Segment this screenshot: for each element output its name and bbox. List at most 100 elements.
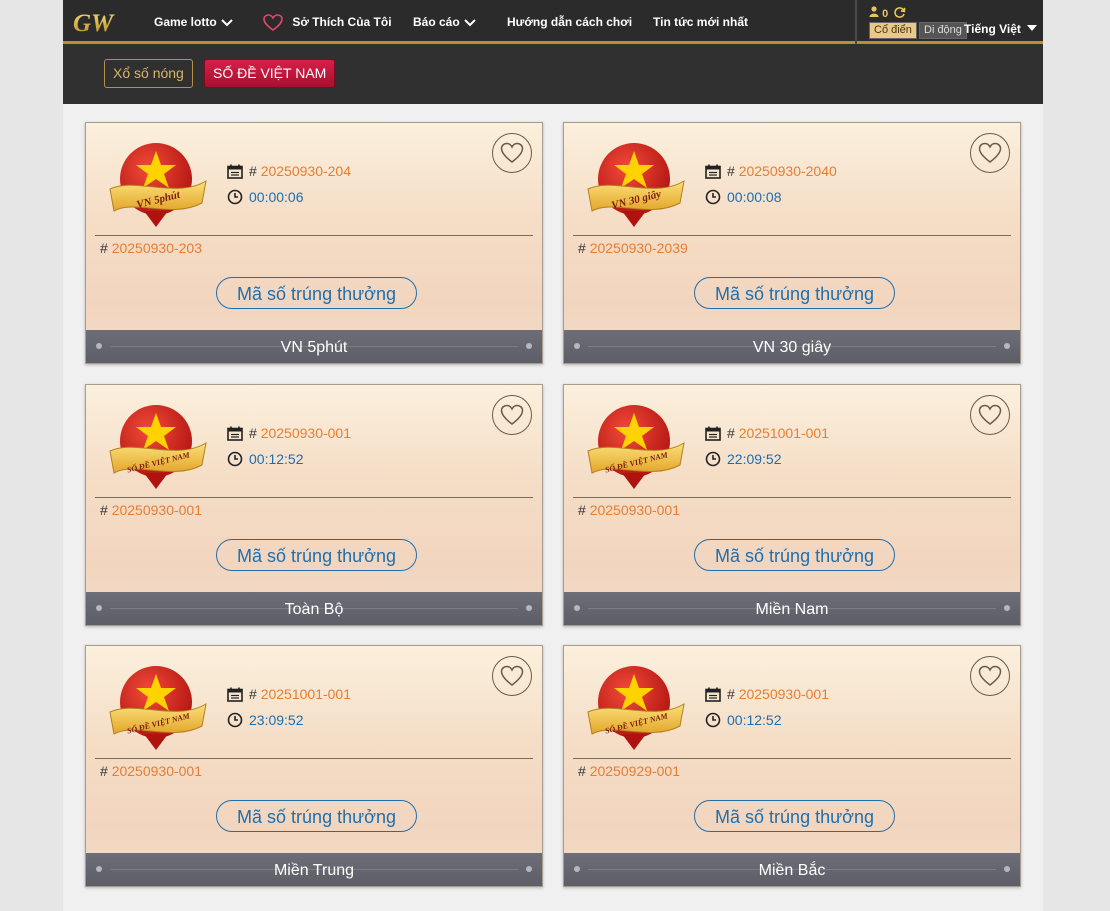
lottery-name: Miền Trung [273,862,355,879]
heart-icon [500,665,524,686]
favorite-button[interactable] [970,133,1010,173]
footer-dot [574,866,580,872]
card-footer[interactable]: Toàn Bộ [86,592,542,625]
current-period: # 20250930-204 [227,163,351,179]
footer-dot [526,866,532,872]
calendar-icon [705,426,721,441]
balance: 0 [869,6,906,20]
lottery-emblem: VN 30 giây [587,143,685,227]
previous-period-number: 20250930-001 [111,502,202,518]
classic-mode-button[interactable]: Cổ điển [869,22,917,39]
language-label: Tiếng Việt [964,22,1021,36]
winning-numbers-button[interactable]: Mã số trúng thưởng [216,539,417,571]
card-footer[interactable]: Miền Trung [86,853,542,886]
nav-reports-label: Báo cáo [413,15,460,29]
winning-numbers-button[interactable]: Mã số trúng thưởng [694,800,895,832]
current-period: # 20250930-001 [227,425,351,441]
nav-how-to-play-label: Hướng dẫn cách chơi [507,15,633,29]
hot-lottery-tab[interactable]: Xổ số nóng [104,59,193,88]
footer-dot [96,605,102,611]
card-footer[interactable]: Miền Bắc [564,853,1020,886]
current-period: # 20250930-2040 [705,163,837,179]
footer-dot [1004,343,1010,349]
countdown: 22:09:52 [705,451,782,467]
refresh-icon[interactable] [893,6,906,19]
previous-period: # 20250930-001 [578,502,680,518]
lottery-emblem: SỐ ĐỀ VIỆT NAM [109,405,207,489]
lottery-card[interactable]: SỐ ĐỀ VIỆT NAM # 20251001-001 23:09:52 #… [85,645,543,887]
divider [95,235,533,236]
countdown-value: 22:09:52 [727,451,782,467]
heart-icon [978,142,1002,163]
previous-period: # 20250930-001 [100,502,202,518]
previous-period-number: 20250930-001 [589,502,680,518]
winning-numbers-button[interactable]: Mã số trúng thưởng [216,800,417,832]
favorite-button[interactable] [970,395,1010,435]
period-number: 20250930-001 [260,425,351,441]
lottery-emblem: SỐ ĐỀ VIỆT NAM [587,405,685,489]
caret-down-icon [1027,25,1038,31]
lottery-emblem: VN 5phút [109,143,207,227]
lottery-card[interactable]: VN 30 giây # 20250930-2040 00:00:08 # 20… [563,122,1021,364]
footer-dot [1004,866,1010,872]
lottery-card[interactable]: SỐ ĐỀ VIỆT NAM # 20250930-001 00:12:52 #… [563,645,1021,887]
lottery-name: Miền Nam [755,601,829,618]
footer-dot [96,866,102,872]
lottery-name: VN 5phút [280,339,348,356]
card-footer[interactable]: VN 5phút [86,330,542,363]
lottery-card[interactable]: VN 5phút # 20250930-204 00:00:06 # 20250… [85,122,543,364]
nav-game-lotto[interactable]: Game lotto [154,0,234,44]
winning-numbers-button[interactable]: Mã số trúng thưởng [694,277,895,309]
top-navbar: GW Game lotto Sở Thích Của Tôi Báo cáo H… [63,0,1043,44]
countdown: 00:12:52 [705,712,782,728]
favorite-button[interactable] [492,656,532,696]
lottery-emblem: SỐ ĐỀ VIỆT NAM [109,666,207,750]
current-period: # 20250930-001 [705,686,829,702]
nav-game-lotto-label: Game lotto [154,15,217,29]
countdown: 00:00:06 [227,189,304,205]
clock-icon [227,451,243,467]
clock-icon [705,712,721,728]
nav-latest-news[interactable]: Tin tức mới nhất [653,0,748,44]
previous-period: # 20250930-2039 [578,240,688,256]
winning-numbers-button[interactable]: Mã số trúng thưởng [694,539,895,571]
nav-reports[interactable]: Báo cáo [413,0,477,44]
card-footer[interactable]: VN 30 giây [564,330,1020,363]
favorite-button[interactable] [970,656,1010,696]
favorite-button[interactable] [492,133,532,173]
period-number: 20251001-001 [260,686,351,702]
mobile-mode-button[interactable]: Di động [919,22,967,39]
footer-dot [526,343,532,349]
divider [573,497,1011,498]
period-number: 20250930-2040 [738,163,837,179]
clock-icon [227,189,243,205]
heart-icon [978,404,1002,425]
favorite-button[interactable] [492,395,532,435]
lottery-card[interactable]: SỐ ĐỀ VIỆT NAM # 20251001-001 22:09:52 #… [563,384,1021,626]
logo[interactable]: GW [71,8,133,36]
footer-dot [574,605,580,611]
nav-favorites[interactable]: Sở Thích Của Tôi [263,0,392,44]
account-panel: 0 Cổ điển Di động Tiếng Việt [855,0,1043,44]
calendar-icon [227,164,243,179]
vietnam-lottery-tab[interactable]: SỐ ĐỀ VIỆT NAM [204,59,336,88]
period-number: 20250930-001 [738,686,829,702]
period-number: 20251001-001 [738,425,829,441]
clock-icon [705,189,721,205]
countdown-value: 00:12:52 [727,712,782,728]
card-footer[interactable]: Miền Nam [564,592,1020,625]
previous-period: # 20250930-203 [100,240,202,256]
heart-icon [263,14,283,31]
countdown-value: 00:00:08 [727,189,782,205]
winning-numbers-button[interactable]: Mã số trúng thưởng [216,277,417,309]
calendar-icon [705,164,721,179]
lottery-card[interactable]: SỐ ĐỀ VIỆT NAM # 20250930-001 00:12:52 #… [85,384,543,626]
previous-period-number: 20250930-203 [111,240,202,256]
footer-dot [96,343,102,349]
language-select[interactable]: Tiếng Việt [964,22,1038,36]
user-icon [869,6,879,17]
heart-icon [500,142,524,163]
clock-icon [705,451,721,467]
heart-icon [500,404,524,425]
nav-how-to-play[interactable]: Hướng dẫn cách chơi [507,0,632,44]
